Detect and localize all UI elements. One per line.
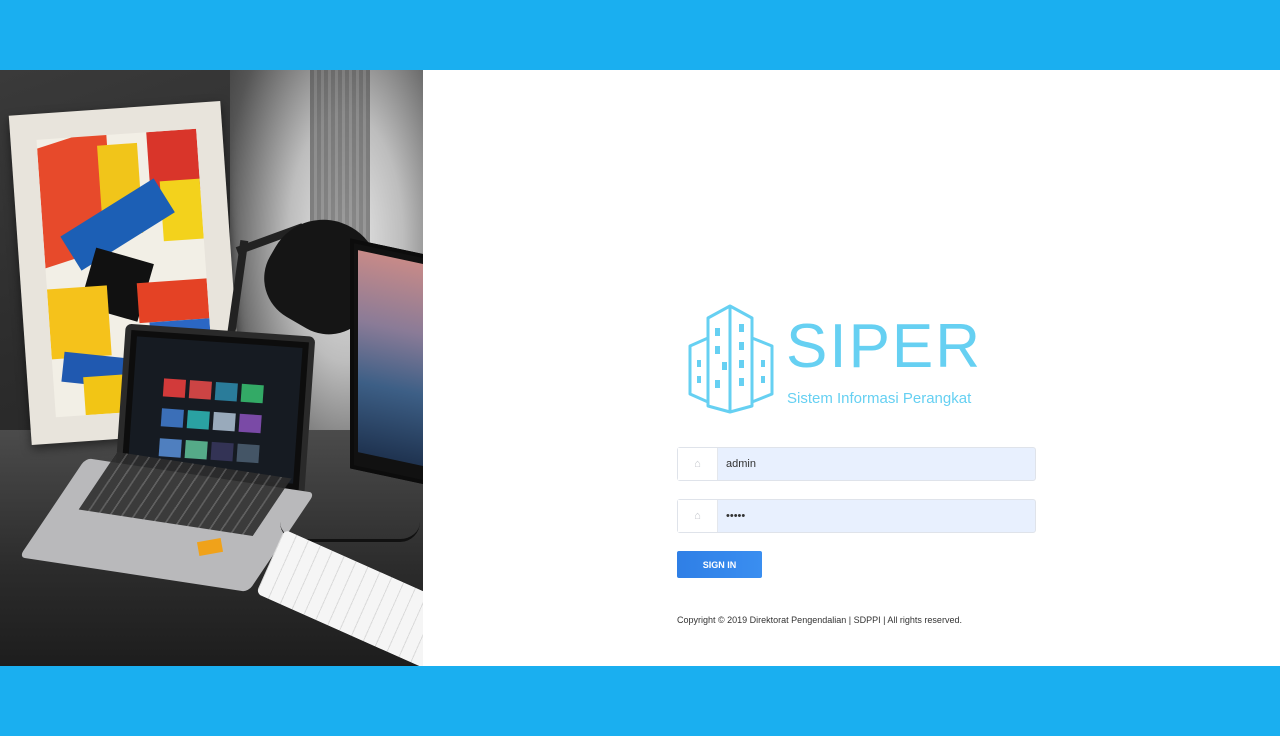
workspace-photo bbox=[0, 70, 423, 666]
monitor-screen bbox=[358, 250, 423, 469]
bottom-color-band bbox=[0, 666, 1280, 736]
user-icon: ⌂ bbox=[678, 448, 718, 480]
username-field[interactable]: ⌂ bbox=[677, 447, 1036, 481]
copyright-text: Copyright © 2019 Direktorat Pengendalian… bbox=[677, 615, 962, 625]
password-field[interactable]: ⌂ bbox=[677, 499, 1036, 533]
password-input[interactable] bbox=[726, 500, 1026, 532]
brand-tagline: Sistem Informasi Perangkat bbox=[787, 390, 972, 407]
top-color-band bbox=[0, 0, 1280, 70]
username-input[interactable] bbox=[726, 448, 1026, 480]
lock-icon: ⌂ bbox=[678, 500, 718, 532]
login-page: SIPER Sistem Informasi Perangkat ⌂ ⌂ SIG… bbox=[0, 70, 1280, 666]
brand-logo: SIPER Sistem Informasi Perangkat bbox=[686, 302, 996, 414]
sign-in-button[interactable]: SIGN IN bbox=[677, 551, 762, 578]
desktop-monitor bbox=[350, 238, 423, 488]
brand-name: SIPER bbox=[786, 312, 983, 381]
building-logo-icon bbox=[688, 304, 774, 414]
